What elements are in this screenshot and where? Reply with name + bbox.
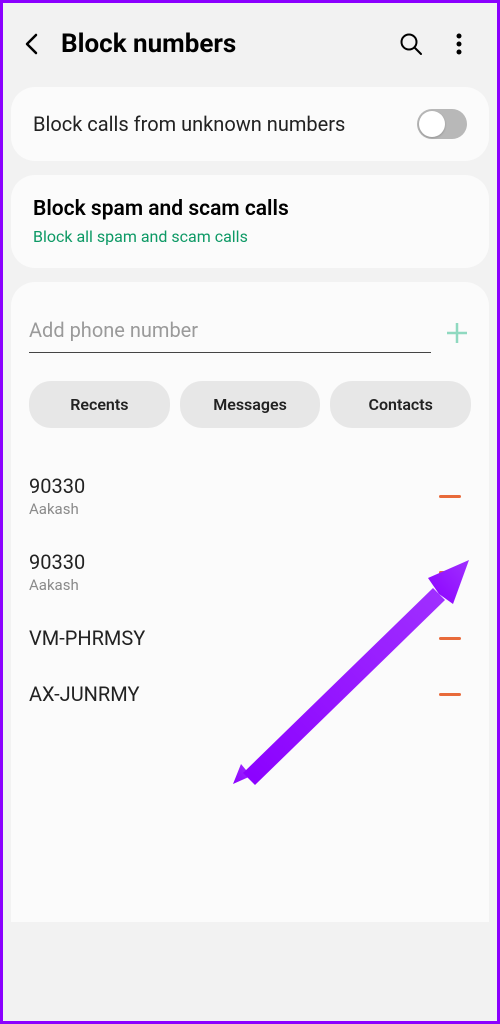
- list-item[interactable]: 90330 Aakash: [29, 534, 471, 610]
- blocked-number: VM-PHRMSY: [29, 626, 145, 650]
- more-icon[interactable]: [447, 32, 471, 56]
- list-item[interactable]: 90330 Aakash: [29, 458, 471, 534]
- block-spam-title: Block spam and scam calls: [33, 197, 467, 221]
- chip-contacts[interactable]: Contacts: [330, 381, 471, 428]
- chip-recents[interactable]: Recents: [29, 381, 170, 428]
- blocked-name: Aakash: [29, 576, 85, 594]
- blocked-number: AX-JUNRMY: [29, 682, 139, 706]
- add-icon[interactable]: [443, 319, 471, 347]
- source-chips: Recents Messages Contacts: [29, 381, 471, 428]
- block-unknown-toggle[interactable]: [417, 109, 467, 139]
- list-item[interactable]: VM-PHRMSY: [29, 610, 471, 666]
- toggle-knob: [419, 111, 445, 137]
- block-unknown-card[interactable]: Block calls from unknown numbers: [11, 87, 489, 161]
- remove-icon[interactable]: [439, 693, 461, 696]
- block-spam-card[interactable]: Block spam and scam calls Block all spam…: [11, 175, 489, 268]
- main-card: Recents Messages Contacts 90330 Aakash 9…: [11, 282, 489, 922]
- blocked-number: 90330: [29, 474, 85, 498]
- blocked-name: Aakash: [29, 500, 85, 518]
- remove-icon[interactable]: [439, 495, 461, 498]
- blocked-number: 90330: [29, 550, 85, 574]
- blocked-list: 90330 Aakash 90330 Aakash VM-PHRMSY: [29, 458, 471, 722]
- block-spam-subtitle: Block all spam and scam calls: [33, 227, 467, 246]
- chip-messages[interactable]: Messages: [180, 381, 321, 428]
- back-button[interactable]: [19, 32, 43, 56]
- remove-icon[interactable]: [439, 571, 461, 574]
- list-item[interactable]: AX-JUNRMY: [29, 666, 471, 722]
- page-title: Block numbers: [61, 29, 381, 59]
- remove-icon[interactable]: [439, 637, 461, 640]
- block-unknown-label: Block calls from unknown numbers: [33, 111, 401, 138]
- phone-input[interactable]: [29, 312, 431, 353]
- search-icon[interactable]: [399, 32, 423, 56]
